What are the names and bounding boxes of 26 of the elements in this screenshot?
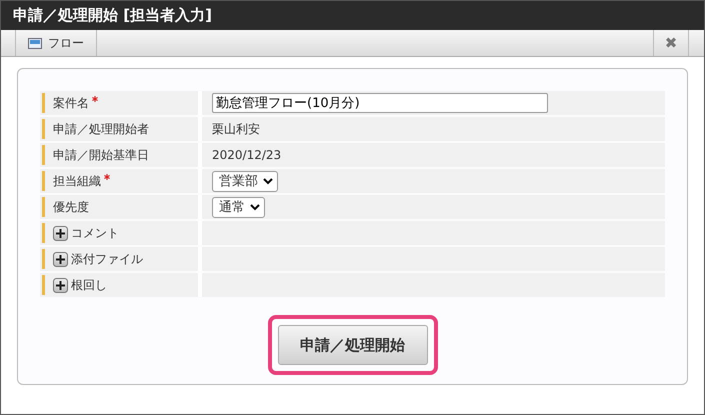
field-value: 2020/12/23 bbox=[211, 148, 282, 162]
submit-button[interactable]: 申請／処理開始 bbox=[278, 325, 428, 365]
field-label: 担当組織 bbox=[53, 172, 101, 190]
tab-label: フロー bbox=[48, 34, 84, 52]
dropdown[interactable]: 営業部 bbox=[212, 170, 278, 192]
field-label: 申請／処理開始者 bbox=[53, 120, 149, 138]
expand-icon[interactable] bbox=[53, 252, 68, 266]
image-icon bbox=[28, 38, 42, 48]
required-icon bbox=[104, 174, 110, 180]
flow-tab[interactable]: フロー bbox=[15, 30, 97, 56]
field-label: 申請／開始基準日 bbox=[53, 146, 149, 164]
expand-icon[interactable] bbox=[53, 278, 68, 292]
window-title: 申請／処理開始 [担当者入力] bbox=[1, 1, 704, 30]
field-label: 案件名 bbox=[53, 94, 89, 112]
dropdown[interactable]: 通常 bbox=[212, 196, 265, 218]
field-label: 添付ファイル bbox=[71, 250, 143, 268]
input-field[interactable]: 勤怠管理フロー(10月分) bbox=[212, 93, 548, 113]
field-label: 優先度 bbox=[53, 198, 89, 216]
expand-icon[interactable] bbox=[53, 226, 68, 240]
field-value: 栗山利安 bbox=[211, 122, 260, 136]
field-label: 根回し bbox=[71, 276, 107, 294]
chevron-icon bbox=[250, 204, 260, 210]
field-label: コメント bbox=[71, 224, 119, 242]
chevron-icon bbox=[263, 178, 273, 184]
required-icon bbox=[92, 96, 98, 102]
close-button[interactable]: ✖ bbox=[653, 30, 689, 56]
